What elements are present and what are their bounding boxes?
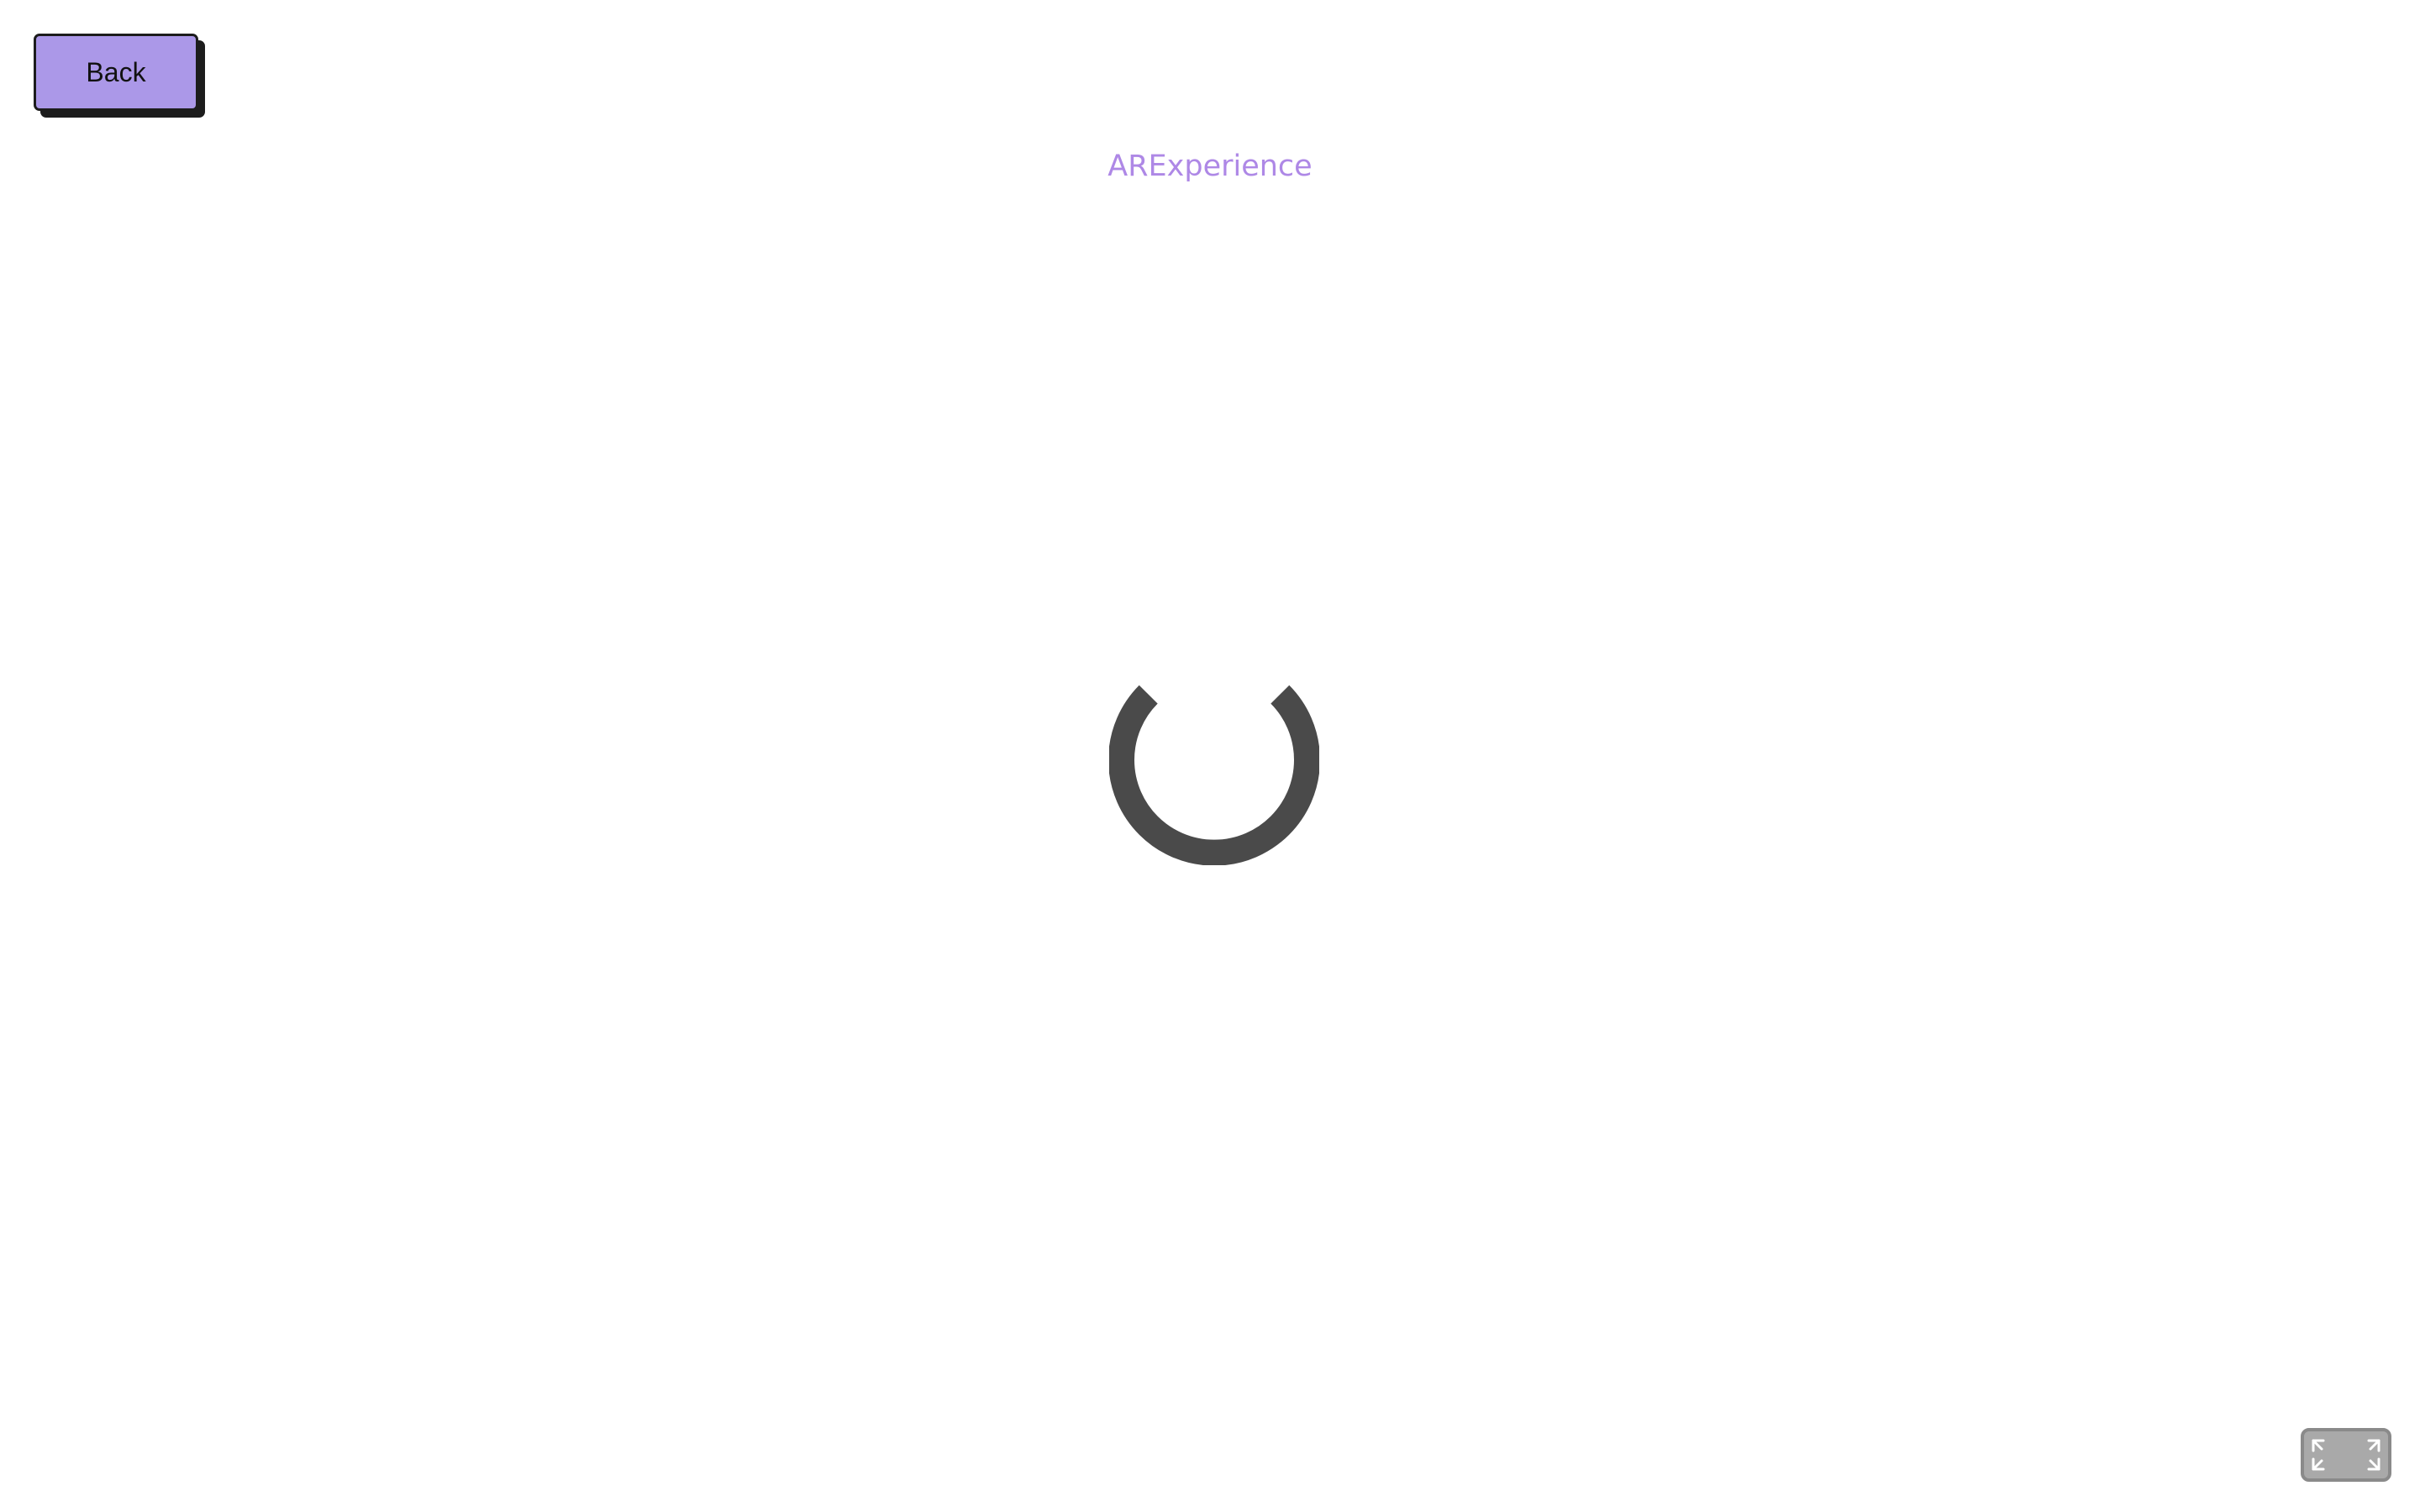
loading-spinner-icon: [1109, 685, 1319, 865]
back-button[interactable]: Back: [34, 34, 198, 111]
fullscreen-button[interactable]: [2301, 1428, 2391, 1482]
ar-experience-page: Back ARExperience: [0, 0, 2420, 1512]
page-title: ARExperience: [1107, 150, 1313, 183]
fullscreen-icon: [2312, 1439, 2381, 1471]
